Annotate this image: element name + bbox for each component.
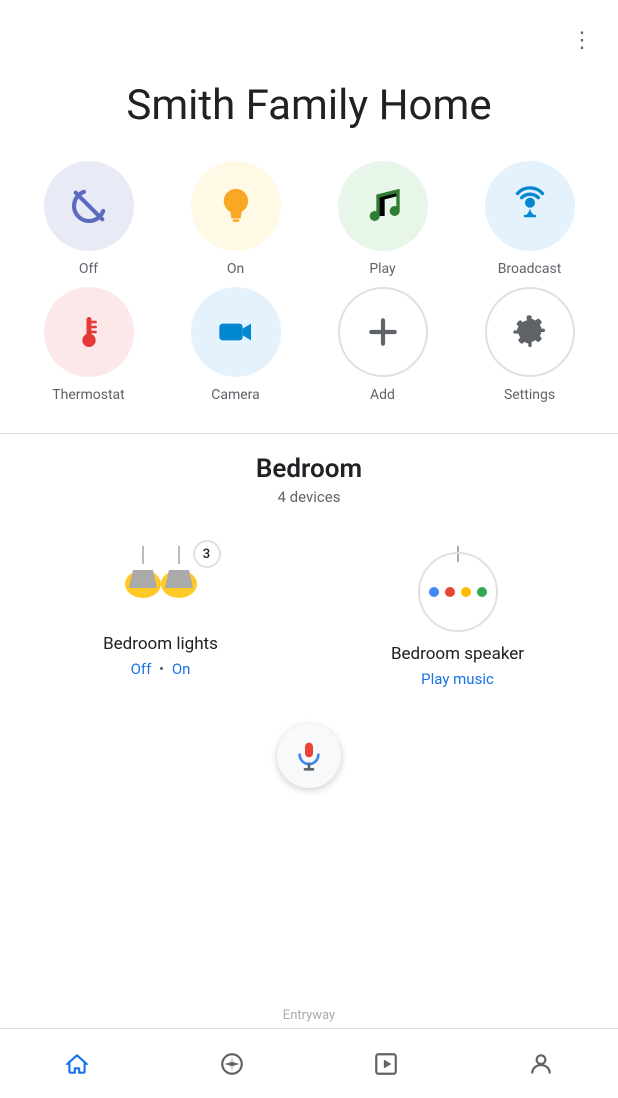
home-title: Smith Family Home [0,71,618,161]
home-icon [64,1051,90,1077]
bulb-icon [216,186,256,226]
action-circle-thermostat [44,287,134,377]
camera-icon [216,312,256,352]
broadcast-icon [510,186,550,226]
action-on-label: On [227,261,244,277]
action-play[interactable]: Play [314,161,451,277]
action-camera[interactable]: Camera [167,287,304,403]
action-on[interactable]: On [167,161,304,277]
device-card-bedroom-speaker[interactable]: Bedroom speaker Play music [317,526,598,704]
nav-item-home[interactable] [43,1042,111,1086]
action-settings[interactable]: Settings [461,287,598,403]
action-thermostat-label: Thermostat [52,387,125,403]
action-circle-add [338,287,428,377]
action-play-label: Play [369,261,395,277]
off-icon [69,186,109,226]
section-divider [0,433,618,434]
thermostat-icon [69,312,109,352]
entryway-hint: Entryway [283,1008,335,1023]
microphone-icon [293,740,325,772]
room-device-count: 4 devices [20,488,598,506]
action-off-label: Off [79,261,98,277]
bedroom-lights-name: Bedroom lights [103,634,218,654]
action-add[interactable]: Add [314,287,451,403]
dot-blue [429,587,439,597]
quick-actions-grid: Off On [0,161,618,423]
action-circle-broadcast [485,161,575,251]
speaker-circle [418,552,498,632]
action-circle-play [338,161,428,251]
person-icon [528,1051,554,1077]
compass-icon [219,1051,245,1077]
action-circle-camera [191,287,281,377]
settings-icon [510,312,550,352]
more-menu-icon[interactable]: ⋮ [563,20,602,61]
action-camera-label: Camera [211,387,260,403]
lights-status-off: Off [131,660,152,678]
device-badge: 3 [193,540,221,568]
action-thermostat[interactable]: Thermostat [20,287,157,403]
music-icon [363,186,403,226]
bedroom-lights-status: Off • On [131,660,191,678]
device-card-bedroom-lights[interactable]: 3 Bedroom lights Off • On [20,526,301,704]
room-title: Bedroom [20,454,598,484]
add-icon [363,312,403,352]
room-section: Bedroom 4 devices [0,454,618,704]
bedroom-speaker-status: Play music [421,670,494,688]
media-nav-icon [372,1050,400,1078]
dot-yellow [461,587,471,597]
person-nav-icon [527,1050,555,1078]
header: ⋮ [0,0,618,71]
home-nav-icon [63,1050,91,1078]
action-settings-label: Settings [504,387,555,403]
bedroom-speaker-name: Bedroom speaker [391,644,524,664]
bottom-nav [0,1028,618,1098]
nav-item-media[interactable] [352,1042,420,1086]
device-icon-wrapper-lights: 3 [111,546,211,622]
nav-item-account[interactable] [507,1042,575,1086]
voice-fab-wrapper [0,724,618,788]
device-icon-wrapper-speaker [418,546,498,632]
action-broadcast[interactable]: Broadcast [461,161,598,277]
action-circle-on [191,161,281,251]
action-add-label: Add [370,387,395,403]
voice-fab-button[interactable] [277,724,341,788]
dot-red [445,587,455,597]
action-circle-settings [485,287,575,377]
action-circle-off [44,161,134,251]
dot-green [477,587,487,597]
speaker-dots [429,587,487,597]
action-broadcast-label: Broadcast [498,261,562,277]
action-off[interactable]: Off [20,161,157,277]
compass-nav-icon [218,1050,246,1078]
media-icon [373,1051,399,1077]
nav-item-explore[interactable] [198,1042,266,1086]
lights-status-on: On [172,660,191,678]
device-grid: 3 Bedroom lights Off • On [20,526,598,704]
